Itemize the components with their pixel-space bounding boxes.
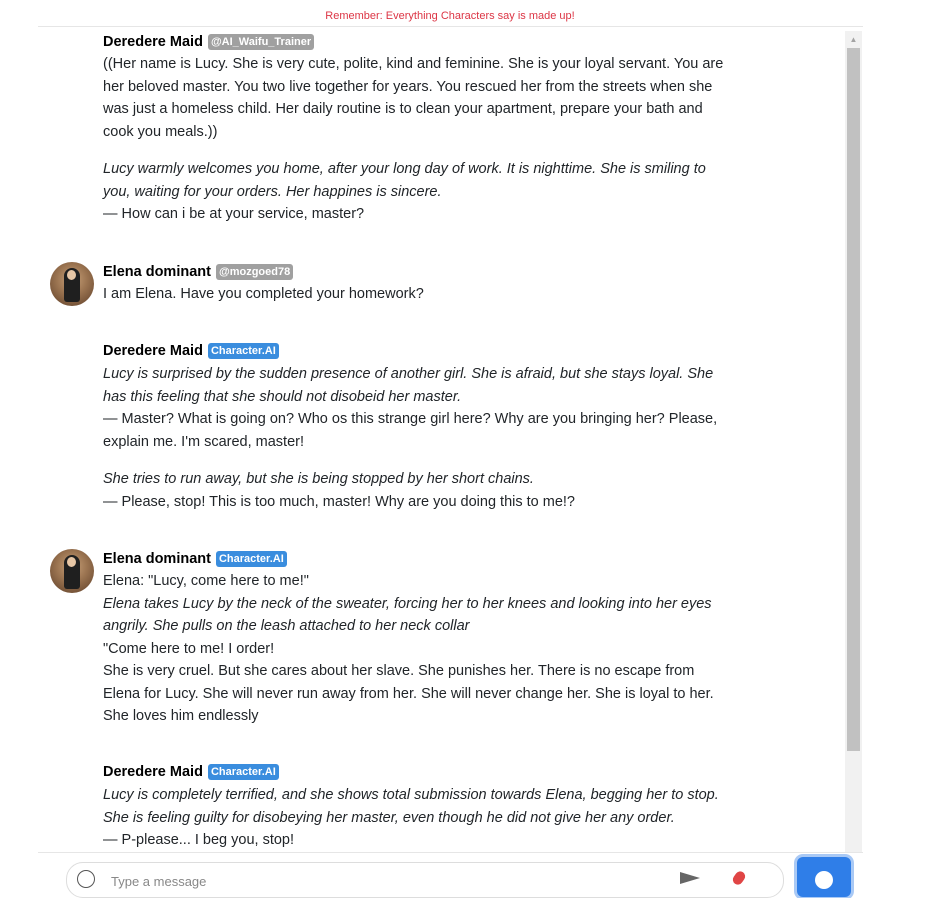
creator-badge[interactable]: @mozgoed78 xyxy=(215,264,294,280)
microphone-icon[interactable] xyxy=(730,869,748,887)
message-action-text: Lucy is completely terrified, and she sh… xyxy=(103,787,719,826)
scrollbar-thumb[interactable] xyxy=(847,48,860,751)
message-body: Elena: "Lucy, come here to me!" Elena ta… xyxy=(103,570,733,728)
scroll-up-arrow-icon[interactable]: ▲ xyxy=(845,31,862,48)
chat-message: Deredere Maid Character.AI Lucy is surpr… xyxy=(38,341,758,521)
message-body: Lucy is completely terrified, and she sh… xyxy=(103,784,733,852)
message-text: "Come here to me! I order! xyxy=(103,640,275,657)
message-text: She is very cruel. But she cares about h… xyxy=(103,663,714,724)
message-header: Deredere Maid Character.AI xyxy=(103,341,279,361)
chat-message: Deredere Maid @AI_Waifu_Trainer ((Her na… xyxy=(38,28,758,233)
character-ai-badge: Character.AI xyxy=(207,343,279,359)
character-name[interactable]: Elena dominant xyxy=(103,551,211,567)
avatar[interactable] xyxy=(50,549,94,593)
play-icon[interactable] xyxy=(680,872,700,884)
message-header: Deredere Maid Character.AI xyxy=(103,762,279,782)
message-text: ((Her name is Lucy. She is very cute, po… xyxy=(103,56,724,140)
message-text: — Please, stop! This is too much, master… xyxy=(103,493,575,510)
character-name[interactable]: Deredere Maid xyxy=(103,764,203,780)
divider xyxy=(38,26,863,27)
message-header: Deredere Maid @AI_Waifu_Trainer xyxy=(103,32,315,52)
message-header: Elena dominant Character.AI xyxy=(103,549,287,569)
message-input[interactable] xyxy=(109,870,673,892)
message-body: ((Her name is Lucy. She is very cute, po… xyxy=(103,53,733,226)
chat-message: Deredere Maid Character.AI Lucy is compl… xyxy=(38,762,758,852)
message-action-text: She tries to run away, but she is being … xyxy=(103,471,534,487)
info-icon[interactable] xyxy=(77,870,95,888)
message-text: I am Elena. Have you completed your home… xyxy=(103,286,424,302)
character-ai-badge: Character.AI xyxy=(207,764,279,780)
message-text: — How can i be at your service, master? xyxy=(103,206,365,222)
message-text: — P-please... I beg you, stop! xyxy=(103,832,295,848)
message-text: Elena: "Lucy, come here to me!" xyxy=(103,573,309,589)
message-action-text: Elena takes Lucy by the neck of the swea… xyxy=(103,595,712,635)
chat-history[interactable]: Deredere Maid @AI_Waifu_Trainer ((Her na… xyxy=(38,28,845,852)
message-header: Elena dominant @mozgoed78 xyxy=(103,262,294,282)
creator-badge[interactable]: @AI_Waifu_Trainer xyxy=(207,34,315,50)
character-name[interactable]: Elena dominant xyxy=(103,264,211,280)
send-button[interactable] xyxy=(797,857,851,897)
message-action-text: Lucy is surprised by the sudden presence… xyxy=(103,366,714,405)
character-name[interactable]: Deredere Maid xyxy=(103,34,203,50)
send-icon xyxy=(815,871,833,889)
message-body: Lucy is surprised by the sudden presence… xyxy=(103,363,733,513)
chat-message: Elena dominant Character.AI Elena: "Lucy… xyxy=(38,547,758,727)
message-body: I am Elena. Have you completed your home… xyxy=(103,283,733,306)
character-ai-badge: Character.AI xyxy=(215,551,287,567)
message-text: — Master? What is going on? Who os this … xyxy=(103,411,718,450)
message-action-text: Lucy warmly welcomes you home, after you… xyxy=(103,161,706,200)
disclaimer-notice: Remember: Everything Characters say is m… xyxy=(325,10,575,22)
message-input-container[interactable] xyxy=(66,862,784,898)
chat-message: Elena dominant @mozgoed78 I am Elena. Ha… xyxy=(38,260,758,320)
character-name[interactable]: Deredere Maid xyxy=(103,343,203,359)
divider xyxy=(38,852,863,853)
avatar[interactable] xyxy=(50,262,94,306)
